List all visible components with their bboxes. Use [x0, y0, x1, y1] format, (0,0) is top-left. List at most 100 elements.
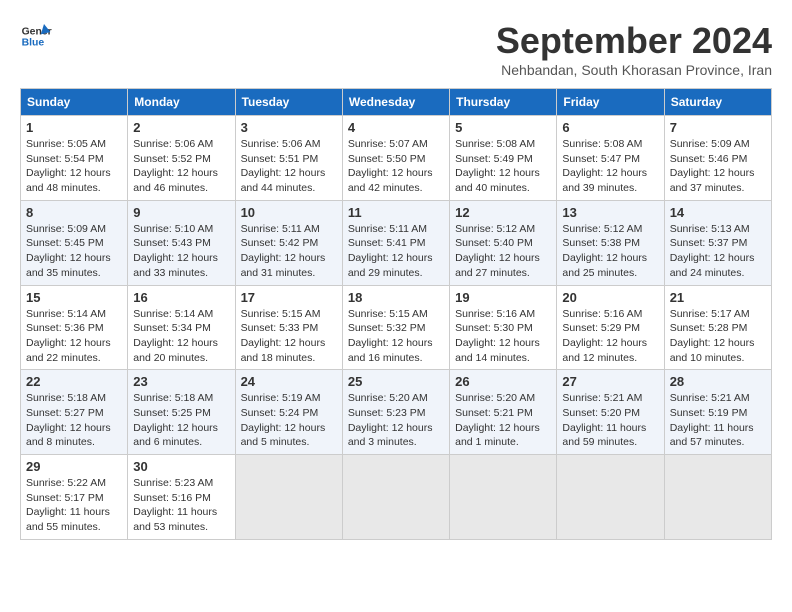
day-number: 30	[133, 459, 229, 474]
calendar-week-row: 29 Sunrise: 5:22 AM Sunset: 5:17 PM Dayl…	[21, 455, 772, 540]
day-info: Sunrise: 5:18 AM Sunset: 5:27 PM Dayligh…	[26, 391, 122, 450]
day-number: 25	[348, 374, 444, 389]
calendar-cell: 6 Sunrise: 5:08 AM Sunset: 5:47 PM Dayli…	[557, 116, 664, 201]
day-number: 15	[26, 290, 122, 305]
column-header-thursday: Thursday	[450, 89, 557, 116]
calendar-cell	[664, 455, 771, 540]
day-number: 5	[455, 120, 551, 135]
day-number: 19	[455, 290, 551, 305]
logo-icon: General Blue	[20, 20, 52, 52]
location-subtitle: Nehbandan, South Khorasan Province, Iran	[496, 62, 772, 78]
day-info: Sunrise: 5:17 AM Sunset: 5:28 PM Dayligh…	[670, 307, 766, 366]
calendar-cell: 27 Sunrise: 5:21 AM Sunset: 5:20 PM Dayl…	[557, 370, 664, 455]
calendar-cell: 26 Sunrise: 5:20 AM Sunset: 5:21 PM Dayl…	[450, 370, 557, 455]
day-info: Sunrise: 5:09 AM Sunset: 5:46 PM Dayligh…	[670, 137, 766, 196]
calendar-cell: 14 Sunrise: 5:13 AM Sunset: 5:37 PM Dayl…	[664, 200, 771, 285]
day-number: 10	[241, 205, 337, 220]
day-number: 11	[348, 205, 444, 220]
day-info: Sunrise: 5:23 AM Sunset: 5:16 PM Dayligh…	[133, 476, 229, 535]
column-header-monday: Monday	[128, 89, 235, 116]
calendar-week-row: 15 Sunrise: 5:14 AM Sunset: 5:36 PM Dayl…	[21, 285, 772, 370]
day-info: Sunrise: 5:10 AM Sunset: 5:43 PM Dayligh…	[133, 222, 229, 281]
day-number: 8	[26, 205, 122, 220]
calendar-cell	[342, 455, 449, 540]
day-number: 7	[670, 120, 766, 135]
day-number: 20	[562, 290, 658, 305]
calendar-cell: 15 Sunrise: 5:14 AM Sunset: 5:36 PM Dayl…	[21, 285, 128, 370]
day-number: 22	[26, 374, 122, 389]
calendar-cell: 9 Sunrise: 5:10 AM Sunset: 5:43 PM Dayli…	[128, 200, 235, 285]
calendar-week-row: 8 Sunrise: 5:09 AM Sunset: 5:45 PM Dayli…	[21, 200, 772, 285]
calendar-cell: 8 Sunrise: 5:09 AM Sunset: 5:45 PM Dayli…	[21, 200, 128, 285]
calendar-cell: 23 Sunrise: 5:18 AM Sunset: 5:25 PM Dayl…	[128, 370, 235, 455]
calendar-cell: 10 Sunrise: 5:11 AM Sunset: 5:42 PM Dayl…	[235, 200, 342, 285]
day-number: 29	[26, 459, 122, 474]
day-info: Sunrise: 5:08 AM Sunset: 5:49 PM Dayligh…	[455, 137, 551, 196]
day-info: Sunrise: 5:19 AM Sunset: 5:24 PM Dayligh…	[241, 391, 337, 450]
day-number: 27	[562, 374, 658, 389]
calendar-cell: 18 Sunrise: 5:15 AM Sunset: 5:32 PM Dayl…	[342, 285, 449, 370]
day-info: Sunrise: 5:16 AM Sunset: 5:30 PM Dayligh…	[455, 307, 551, 366]
day-info: Sunrise: 5:20 AM Sunset: 5:21 PM Dayligh…	[455, 391, 551, 450]
day-number: 21	[670, 290, 766, 305]
day-number: 1	[26, 120, 122, 135]
day-number: 28	[670, 374, 766, 389]
calendar-cell: 3 Sunrise: 5:06 AM Sunset: 5:51 PM Dayli…	[235, 116, 342, 201]
day-info: Sunrise: 5:11 AM Sunset: 5:42 PM Dayligh…	[241, 222, 337, 281]
month-title: September 2024	[496, 20, 772, 62]
day-info: Sunrise: 5:09 AM Sunset: 5:45 PM Dayligh…	[26, 222, 122, 281]
calendar-cell: 1 Sunrise: 5:05 AM Sunset: 5:54 PM Dayli…	[21, 116, 128, 201]
day-info: Sunrise: 5:21 AM Sunset: 5:20 PM Dayligh…	[562, 391, 658, 450]
day-info: Sunrise: 5:07 AM Sunset: 5:50 PM Dayligh…	[348, 137, 444, 196]
calendar-week-row: 22 Sunrise: 5:18 AM Sunset: 5:27 PM Dayl…	[21, 370, 772, 455]
day-number: 26	[455, 374, 551, 389]
calendar-cell: 21 Sunrise: 5:17 AM Sunset: 5:28 PM Dayl…	[664, 285, 771, 370]
svg-text:Blue: Blue	[22, 38, 45, 49]
day-number: 24	[241, 374, 337, 389]
day-number: 16	[133, 290, 229, 305]
day-number: 12	[455, 205, 551, 220]
calendar-week-row: 1 Sunrise: 5:05 AM Sunset: 5:54 PM Dayli…	[21, 116, 772, 201]
calendar-cell: 29 Sunrise: 5:22 AM Sunset: 5:17 PM Dayl…	[21, 455, 128, 540]
day-number: 13	[562, 205, 658, 220]
day-info: Sunrise: 5:15 AM Sunset: 5:33 PM Dayligh…	[241, 307, 337, 366]
calendar-cell: 22 Sunrise: 5:18 AM Sunset: 5:27 PM Dayl…	[21, 370, 128, 455]
calendar-cell: 28 Sunrise: 5:21 AM Sunset: 5:19 PM Dayl…	[664, 370, 771, 455]
column-header-saturday: Saturday	[664, 89, 771, 116]
logo: General Blue	[20, 20, 52, 52]
day-number: 2	[133, 120, 229, 135]
calendar-cell: 24 Sunrise: 5:19 AM Sunset: 5:24 PM Dayl…	[235, 370, 342, 455]
calendar-cell: 2 Sunrise: 5:06 AM Sunset: 5:52 PM Dayli…	[128, 116, 235, 201]
column-header-friday: Friday	[557, 89, 664, 116]
calendar-cell: 12 Sunrise: 5:12 AM Sunset: 5:40 PM Dayl…	[450, 200, 557, 285]
day-number: 9	[133, 205, 229, 220]
column-header-sunday: Sunday	[21, 89, 128, 116]
title-area: September 2024 Nehbandan, South Khorasan…	[496, 20, 772, 78]
day-info: Sunrise: 5:16 AM Sunset: 5:29 PM Dayligh…	[562, 307, 658, 366]
calendar-cell: 11 Sunrise: 5:11 AM Sunset: 5:41 PM Dayl…	[342, 200, 449, 285]
day-info: Sunrise: 5:13 AM Sunset: 5:37 PM Dayligh…	[670, 222, 766, 281]
day-number: 18	[348, 290, 444, 305]
day-info: Sunrise: 5:12 AM Sunset: 5:40 PM Dayligh…	[455, 222, 551, 281]
calendar-cell: 19 Sunrise: 5:16 AM Sunset: 5:30 PM Dayl…	[450, 285, 557, 370]
column-header-tuesday: Tuesday	[235, 89, 342, 116]
day-info: Sunrise: 5:11 AM Sunset: 5:41 PM Dayligh…	[348, 222, 444, 281]
day-number: 4	[348, 120, 444, 135]
day-info: Sunrise: 5:20 AM Sunset: 5:23 PM Dayligh…	[348, 391, 444, 450]
day-info: Sunrise: 5:06 AM Sunset: 5:51 PM Dayligh…	[241, 137, 337, 196]
day-info: Sunrise: 5:18 AM Sunset: 5:25 PM Dayligh…	[133, 391, 229, 450]
page-header: General Blue September 2024 Nehbandan, S…	[20, 20, 772, 78]
day-info: Sunrise: 5:08 AM Sunset: 5:47 PM Dayligh…	[562, 137, 658, 196]
calendar-cell: 25 Sunrise: 5:20 AM Sunset: 5:23 PM Dayl…	[342, 370, 449, 455]
day-number: 6	[562, 120, 658, 135]
day-info: Sunrise: 5:21 AM Sunset: 5:19 PM Dayligh…	[670, 391, 766, 450]
day-info: Sunrise: 5:06 AM Sunset: 5:52 PM Dayligh…	[133, 137, 229, 196]
calendar-cell	[235, 455, 342, 540]
day-info: Sunrise: 5:12 AM Sunset: 5:38 PM Dayligh…	[562, 222, 658, 281]
calendar-table: SundayMondayTuesdayWednesdayThursdayFrid…	[20, 88, 772, 540]
day-info: Sunrise: 5:14 AM Sunset: 5:36 PM Dayligh…	[26, 307, 122, 366]
calendar-cell: 17 Sunrise: 5:15 AM Sunset: 5:33 PM Dayl…	[235, 285, 342, 370]
calendar-cell: 30 Sunrise: 5:23 AM Sunset: 5:16 PM Dayl…	[128, 455, 235, 540]
calendar-header-row: SundayMondayTuesdayWednesdayThursdayFrid…	[21, 89, 772, 116]
calendar-cell: 7 Sunrise: 5:09 AM Sunset: 5:46 PM Dayli…	[664, 116, 771, 201]
